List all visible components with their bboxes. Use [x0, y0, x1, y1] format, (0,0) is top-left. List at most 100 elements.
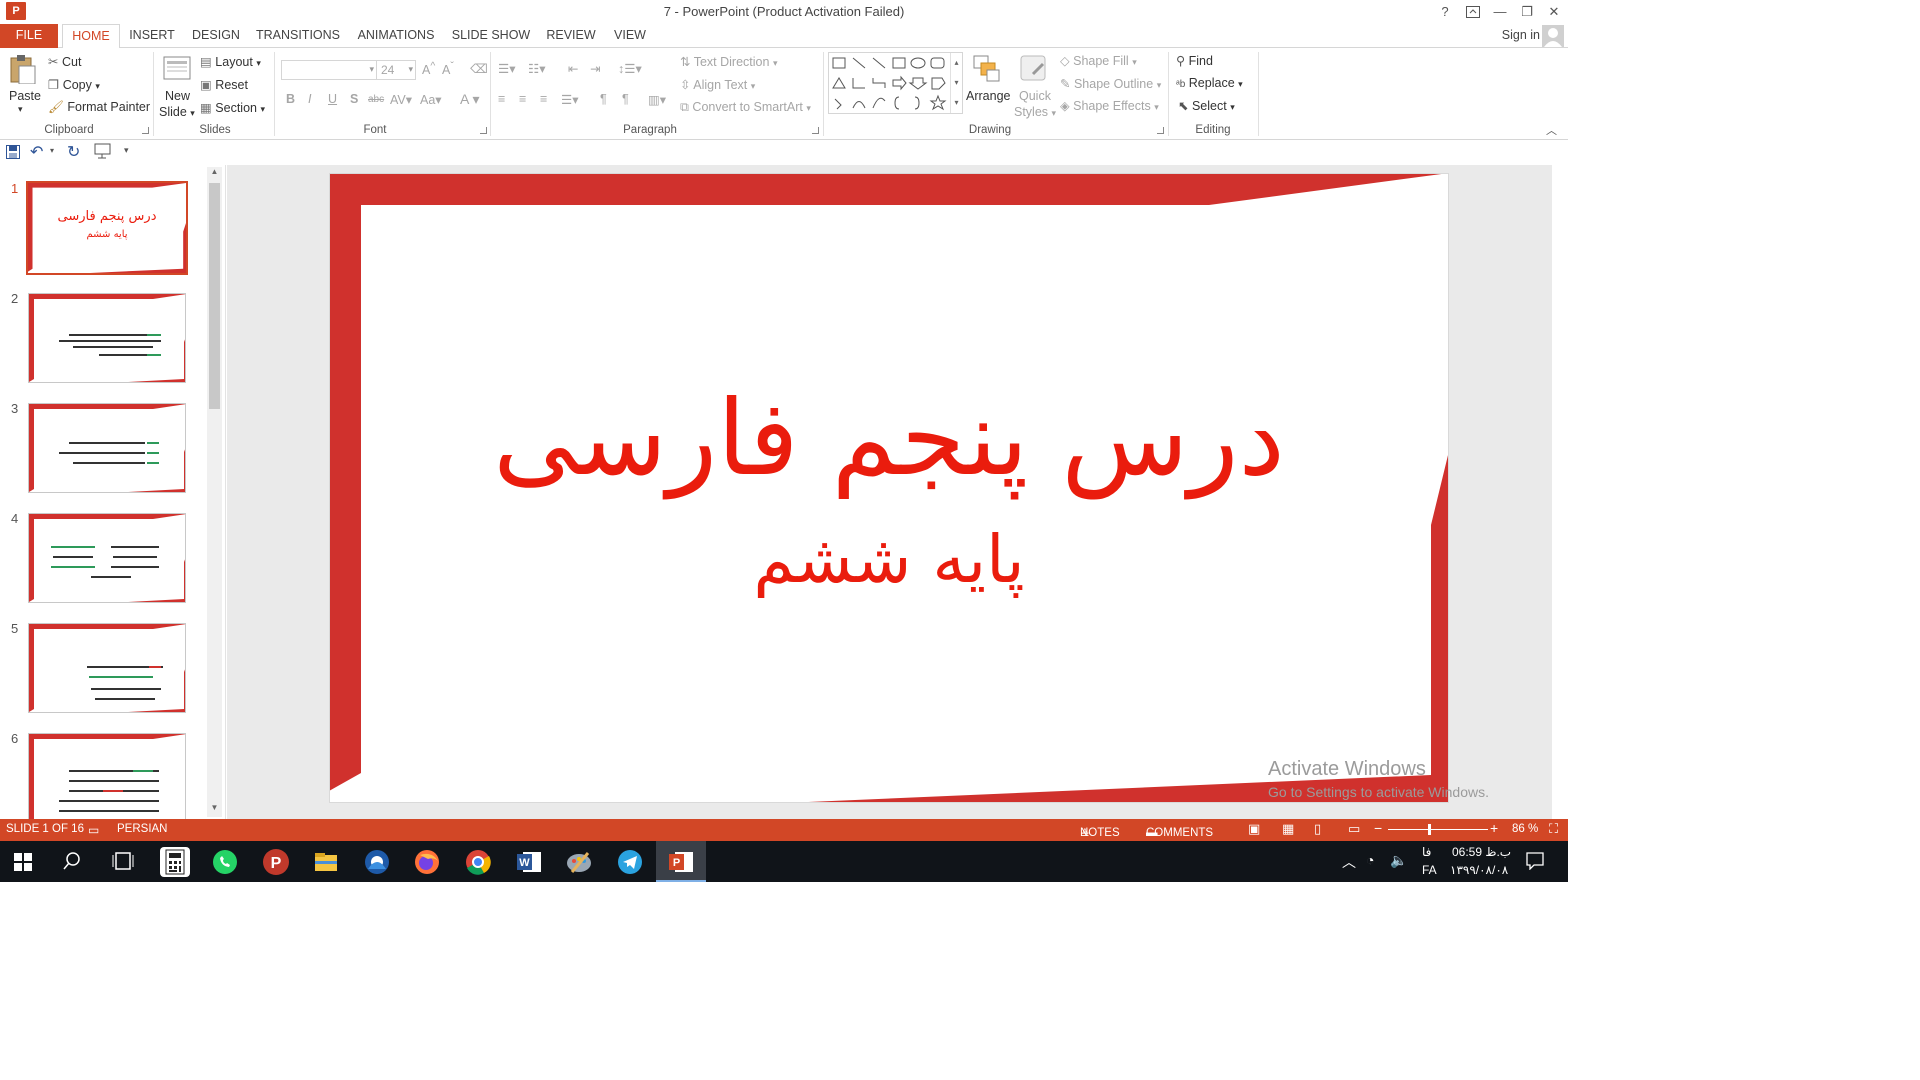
- chrome-icon[interactable]: [463, 847, 493, 877]
- file-explorer-icon[interactable]: [311, 847, 341, 877]
- arrange-button[interactable]: [972, 54, 1002, 84]
- shape-fill-button[interactable]: ◇ Shape Fill ▾: [1060, 53, 1137, 68]
- quick-styles-button[interactable]: [1019, 54, 1049, 84]
- bullets-button[interactable]: ☰▾: [498, 61, 515, 76]
- zoom-slider[interactable]: [1388, 824, 1488, 835]
- clock-date[interactable]: ۱۳۹۹/۰۸/۰۸: [1450, 863, 1508, 877]
- start-from-beginning-icon[interactable]: [94, 143, 112, 159]
- input-language-secondary[interactable]: فا: [1422, 845, 1431, 859]
- input-language[interactable]: FA: [1422, 863, 1437, 877]
- line-spacing-button[interactable]: ↕☰▾: [618, 61, 642, 76]
- text-shadow-button[interactable]: S: [350, 92, 358, 106]
- slide-title[interactable]: درس پنجم فارسی: [329, 381, 1449, 496]
- tab-file[interactable]: FILE: [0, 24, 58, 48]
- show-hidden-icons-icon[interactable]: ︿: [1342, 852, 1356, 872]
- quick-styles-label-2[interactable]: Styles ▾: [1014, 105, 1056, 119]
- paste-dropdown-icon[interactable]: ▾: [18, 104, 23, 115]
- slide-thumbnail-4[interactable]: [28, 513, 186, 603]
- tab-design[interactable]: DESIGN: [186, 24, 246, 48]
- language-indicator[interactable]: PERSIAN: [117, 823, 168, 835]
- help-button[interactable]: ?: [1434, 2, 1456, 22]
- strikethrough-button[interactable]: abc: [368, 94, 384, 105]
- paste-label[interactable]: Paste: [9, 89, 41, 103]
- font-color-button[interactable]: A ▾: [460, 91, 479, 108]
- tab-slideshow[interactable]: SLIDE SHOW: [448, 24, 534, 48]
- increase-indent-button[interactable]: ⇥: [590, 61, 600, 76]
- scrollbar-thumb[interactable]: [209, 183, 220, 409]
- paint-icon[interactable]: [564, 847, 594, 877]
- rtl-button[interactable]: ¶: [622, 92, 629, 106]
- pdf-reader-icon[interactable]: P: [261, 847, 291, 877]
- align-text-button[interactable]: ⇳ Align Text ▾: [680, 77, 755, 92]
- tab-transitions[interactable]: TRANSITIONS: [252, 24, 344, 48]
- close-button[interactable]: ✕: [1543, 2, 1565, 22]
- slide-thumbnail-5[interactable]: [28, 623, 186, 713]
- spell-check-icon[interactable]: ▭: [88, 823, 99, 837]
- slide-thumbnail-1[interactable]: درس پنجم فارسی پایه ششم: [26, 181, 188, 275]
- scroll-down-icon[interactable]: ▼: [207, 803, 222, 817]
- decrease-indent-button[interactable]: ⇤: [568, 61, 578, 76]
- calculator-icon[interactable]: [160, 847, 190, 877]
- redo-icon[interactable]: ↻: [67, 142, 80, 162]
- font-name-combobox[interactable]: ▾: [281, 60, 377, 80]
- slide-show-icon[interactable]: ▭: [1348, 821, 1360, 837]
- ribbon-display-options-button[interactable]: [1462, 2, 1484, 22]
- zoom-out-icon[interactable]: −: [1374, 820, 1382, 836]
- powerpoint-taskbar-item[interactable]: P: [656, 841, 706, 882]
- layout-button[interactable]: ▤ Layout ▾: [200, 54, 261, 69]
- undo-dropdown-icon[interactable]: ▾: [50, 146, 54, 155]
- firefox-icon[interactable]: [412, 847, 442, 877]
- tab-view[interactable]: VIEW: [608, 24, 652, 48]
- new-slide-label-2[interactable]: Slide ▾: [159, 105, 195, 119]
- thumbnails-scrollbar[interactable]: ▲ ▼: [207, 167, 222, 817]
- tab-review[interactable]: REVIEW: [540, 24, 602, 48]
- avatar[interactable]: [1542, 25, 1564, 47]
- slide-sorter-icon[interactable]: ▦: [1282, 821, 1294, 837]
- notification-center-icon[interactable]: [1526, 852, 1544, 870]
- scroll-up-icon[interactable]: ▲: [207, 167, 222, 181]
- slide-thumbnail-6[interactable]: [28, 733, 186, 819]
- save-icon[interactable]: [6, 145, 20, 159]
- grow-font-button[interactable]: A^: [422, 61, 435, 77]
- replace-button[interactable]: ᵃb Replace ▾: [1176, 76, 1243, 90]
- customize-qat-icon[interactable]: ▾: [124, 145, 129, 156]
- collapse-ribbon-icon[interactable]: ︿: [1546, 122, 1557, 138]
- reading-view-icon[interactable]: ▯: [1314, 821, 1321, 837]
- search-icon[interactable]: [62, 851, 82, 871]
- telegram-icon[interactable]: [615, 847, 645, 877]
- numbering-button[interactable]: ☷▾: [528, 61, 545, 76]
- slide-canvas[interactable]: درس پنجم فارسی پایه ششم: [329, 173, 1449, 803]
- normal-view-icon[interactable]: ▣: [1248, 821, 1260, 837]
- clock-time[interactable]: 06:59 ب.ظ: [1452, 845, 1511, 859]
- wifi-icon[interactable]: ◔: [1366, 852, 1374, 868]
- convert-smartart-button[interactable]: ⧉ Convert to SmartArt ▾: [680, 100, 811, 115]
- shape-outline-button[interactable]: ✎ Shape Outline ▾: [1060, 76, 1161, 91]
- reset-button[interactable]: ▣ Reset: [200, 77, 248, 92]
- undo-icon[interactable]: ↶: [30, 142, 43, 162]
- columns-button[interactable]: ▥▾: [648, 92, 666, 107]
- bold-button[interactable]: B: [286, 92, 295, 106]
- sign-in-link[interactable]: Sign in: [1502, 28, 1540, 42]
- shrink-font-button[interactable]: Aˇ: [442, 61, 454, 77]
- slide-subtitle[interactable]: پایه ششم: [329, 521, 1449, 598]
- drawing-dialog-launcher[interactable]: [1157, 127, 1164, 134]
- slide-thumbnail-2[interactable]: [28, 293, 186, 383]
- minimize-button[interactable]: —: [1489, 2, 1511, 22]
- tab-home[interactable]: HOME: [62, 24, 120, 49]
- clipboard-dialog-launcher[interactable]: [142, 127, 149, 134]
- section-button[interactable]: ▦ Section ▾: [200, 100, 265, 115]
- paste-button[interactable]: [8, 54, 38, 84]
- format-painter-button[interactable]: 🖌 Format Painter: [48, 100, 150, 115]
- font-dialog-launcher[interactable]: [480, 127, 487, 134]
- task-view-icon[interactable]: [112, 851, 134, 871]
- zoom-level[interactable]: 86 %: [1512, 823, 1538, 835]
- fit-to-window-icon[interactable]: ⛶: [1549, 821, 1558, 837]
- paragraph-dialog-launcher[interactable]: [812, 127, 819, 134]
- justify-button[interactable]: ☰▾: [561, 92, 578, 107]
- ltr-button[interactable]: ¶: [600, 92, 607, 106]
- zoom-in-icon[interactable]: +: [1490, 820, 1498, 836]
- shape-effects-button[interactable]: ◈ Shape Effects ▾: [1060, 98, 1159, 113]
- volume-icon[interactable]: 🔈: [1390, 852, 1407, 869]
- quick-styles-label-1[interactable]: Quick: [1019, 89, 1051, 103]
- restore-button[interactable]: ❐: [1516, 2, 1538, 22]
